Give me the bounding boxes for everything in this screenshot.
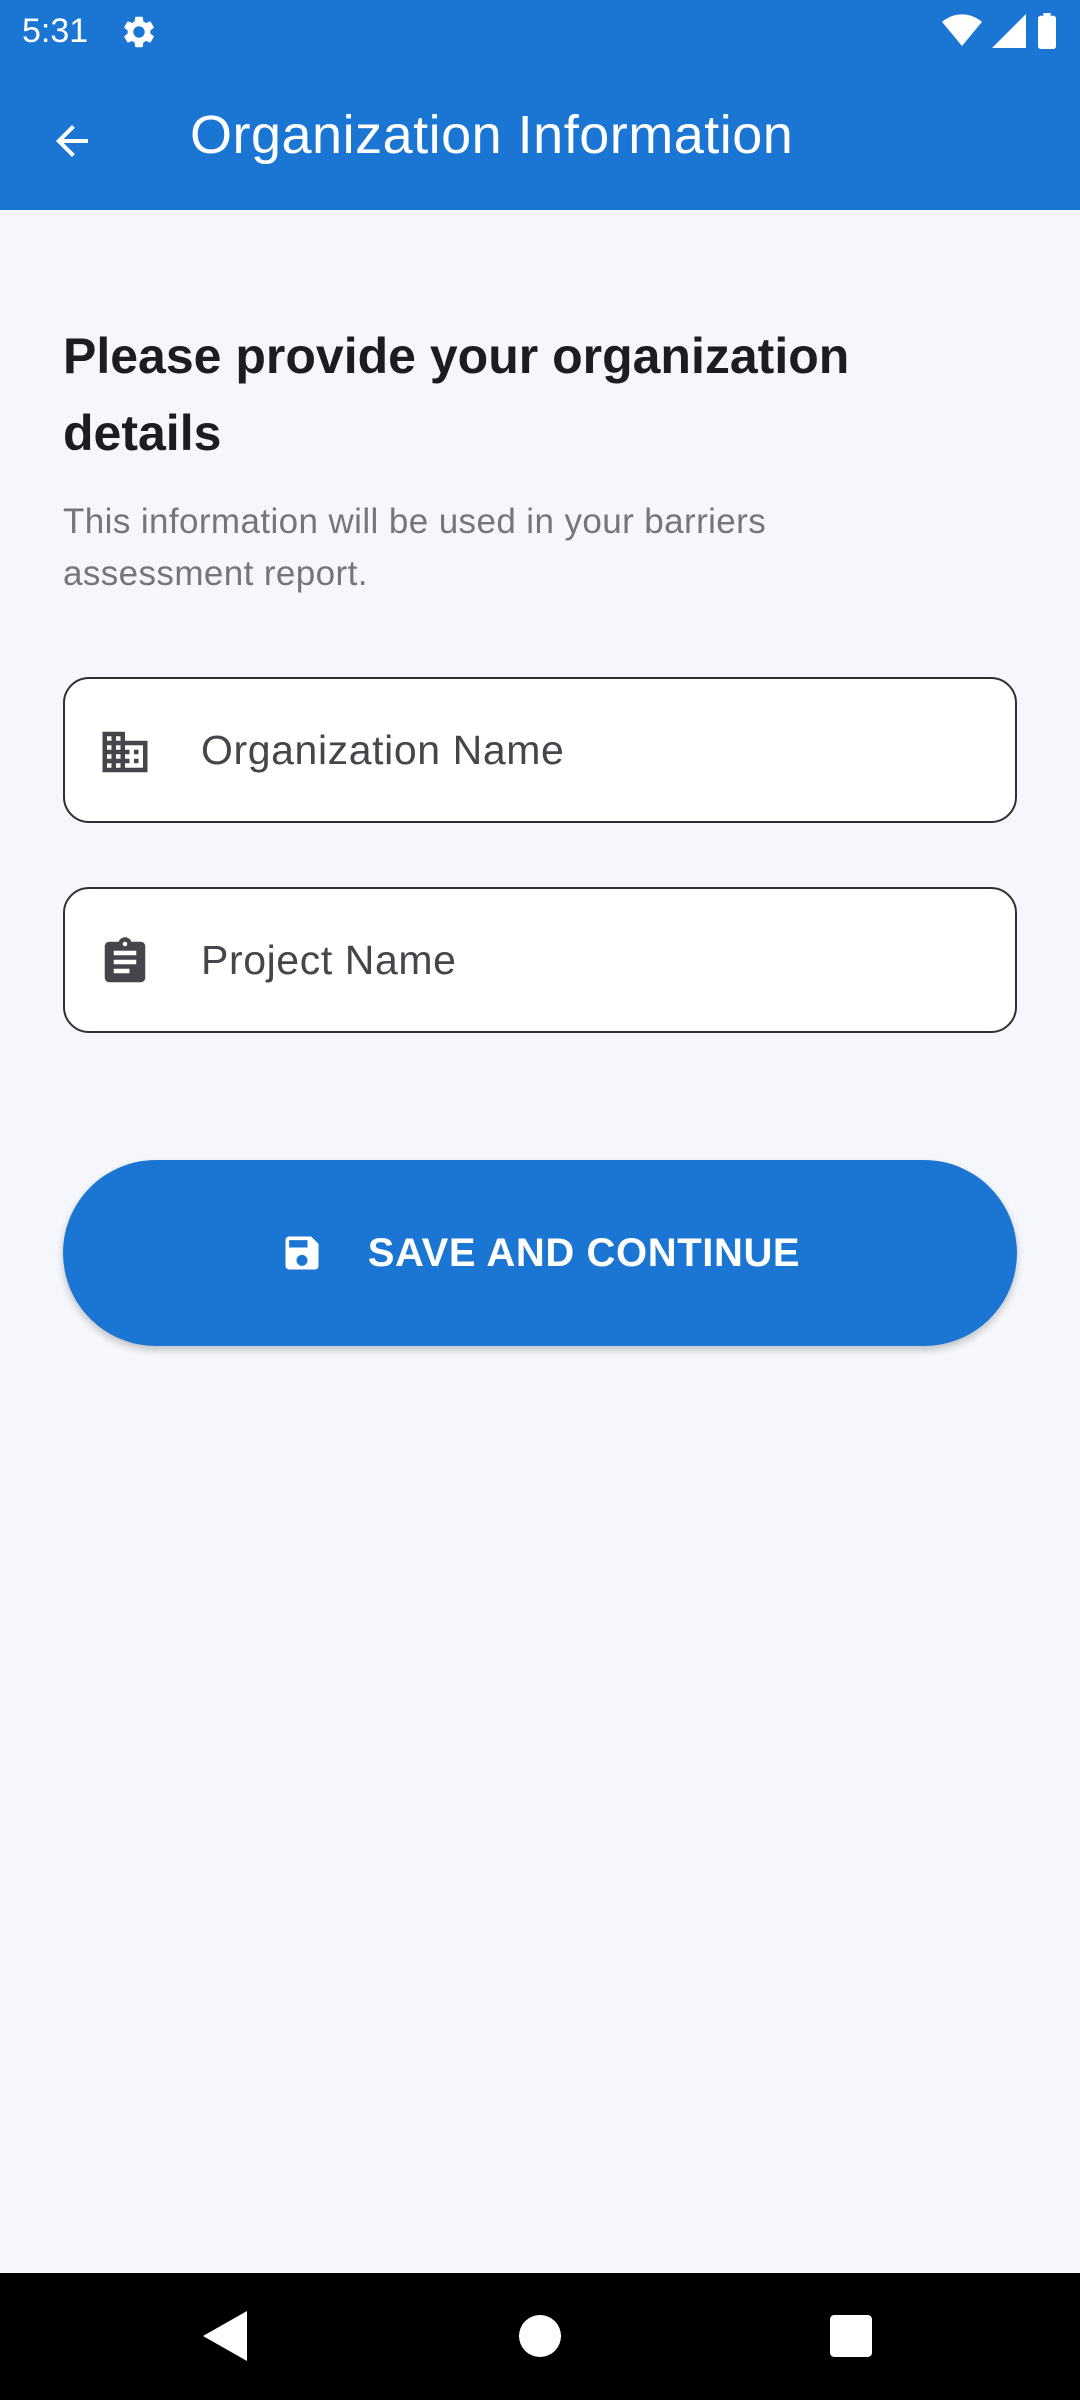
back-triangle-icon: [203, 2311, 247, 2361]
home-circle-icon: [519, 2315, 561, 2357]
back-button[interactable]: [30, 99, 114, 183]
organization-name-field[interactable]: [63, 677, 1017, 823]
page-title: Organization Information: [190, 105, 794, 165]
screen: 5:31 Organization Information Please pro…: [0, 0, 1080, 2400]
form-heading: Please provide your organization details: [63, 328, 850, 461]
organization-name-input[interactable]: [201, 679, 991, 821]
wifi-icon: [942, 14, 982, 47]
nav-home-button[interactable]: [507, 2303, 573, 2369]
app-bar: Organization Information: [0, 62, 1080, 210]
form-intro: Please provide your organization details…: [63, 210, 1017, 600]
save-button-label: SAVE AND CONTINUE: [367, 1230, 801, 1275]
recents-square-icon: [830, 2315, 872, 2357]
status-time: 5:31: [22, 12, 89, 50]
project-name-field[interactable]: [63, 887, 1017, 1033]
status-icons: [942, 13, 1058, 49]
nav-back-button[interactable]: [192, 2303, 258, 2369]
save-floppy-icon: [285, 1236, 319, 1270]
settings-gear-icon: [124, 16, 154, 48]
save-and-continue-button[interactable]: SAVE AND CONTINUE: [63, 1160, 1017, 1346]
nav-recents-button[interactable]: [818, 2303, 884, 2369]
system-nav-bar: [0, 2273, 1080, 2400]
project-name-input[interactable]: [201, 889, 991, 1031]
business-building-icon: [102, 731, 148, 773]
status-bar: 5:31: [0, 0, 1080, 62]
cellular-signal-icon: [992, 14, 1026, 48]
arrow-back-icon: [56, 125, 88, 157]
form-subtext: This information will be used in your ba…: [63, 502, 767, 593]
battery-icon: [1038, 13, 1056, 49]
clipboard-icon: [104, 937, 146, 983]
